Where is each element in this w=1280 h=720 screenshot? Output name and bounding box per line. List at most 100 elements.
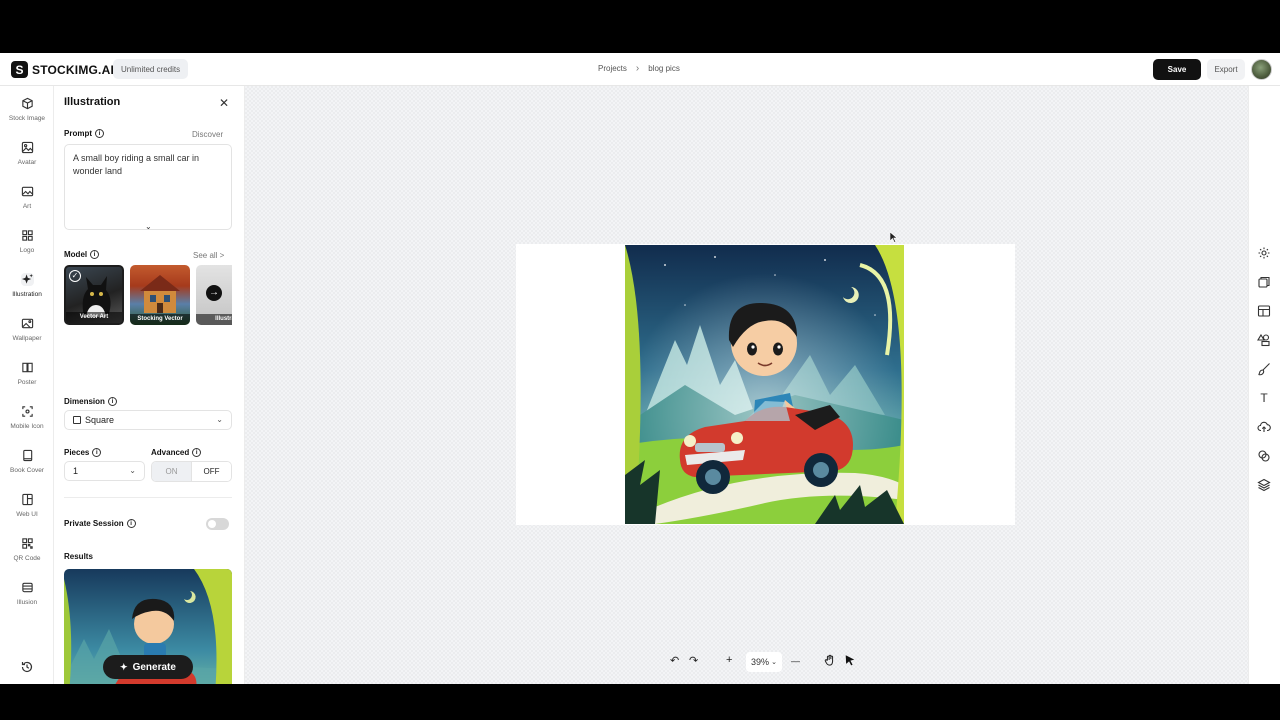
- book-icon: [21, 449, 34, 462]
- settings-icon[interactable]: [1257, 246, 1271, 260]
- rail-item-illusion[interactable]: Illusion: [0, 579, 54, 619]
- info-icon[interactable]: i: [92, 448, 102, 457]
- layers-icon[interactable]: [1257, 478, 1271, 492]
- redo-icon[interactable]: ↷: [689, 654, 698, 667]
- carousel-next-arrow-icon[interactable]: →: [206, 285, 222, 301]
- rail-label: Illustration: [12, 291, 42, 298]
- app-window: S STOCKIMG.AI Unlimited credits Projects…: [0, 53, 1280, 684]
- top-bar: S STOCKIMG.AI Unlimited credits Projects…: [0, 53, 1280, 86]
- breadcrumb: Projects › blog pics: [598, 62, 680, 74]
- dimension-value: Square: [85, 415, 115, 425]
- layout-icon[interactable]: [1257, 304, 1271, 318]
- breadcrumb-projects[interactable]: Projects: [598, 64, 627, 73]
- advanced-toggle: ON OFF: [151, 461, 232, 482]
- rail-item-book-cover[interactable]: Book Cover: [0, 447, 54, 487]
- rail-item-stock-image[interactable]: Stock Image: [0, 95, 54, 135]
- rail-item-art[interactable]: Art: [0, 183, 54, 223]
- rail-label: Stock Image: [8, 115, 46, 122]
- brush-icon[interactable]: [1257, 362, 1271, 376]
- poster-icon: [21, 361, 34, 374]
- divider: [64, 497, 232, 498]
- selected-check-icon: ✓: [69, 270, 81, 282]
- model-card-vector-art[interactable]: ✓ Vector Art: [64, 265, 124, 325]
- wallpaper-icon: [21, 317, 34, 330]
- zoom-in-icon[interactable]: +: [726, 654, 732, 666]
- zoom-toolbar: ↶ ↷ + 39% ⌄ —: [666, 652, 866, 672]
- info-icon[interactable]: i: [90, 250, 100, 259]
- rail-item-avatar[interactable]: Avatar: [0, 139, 54, 179]
- illustration-panel: Illustration ✕ Prompt i Discover A small…: [54, 86, 245, 684]
- see-all-link[interactable]: See all >: [193, 251, 224, 260]
- model-name: Stocking Vector: [130, 314, 190, 325]
- info-icon[interactable]: i: [192, 448, 202, 457]
- advanced-off-button[interactable]: OFF: [191, 462, 231, 481]
- model-carousel: ✓ Vector Art Stocking Vector Illustrat →: [64, 265, 232, 327]
- stack-icon[interactable]: [1257, 449, 1271, 463]
- copy-icon[interactable]: [1257, 275, 1271, 289]
- chevron-down-icon: ⌄: [129, 466, 136, 475]
- upload-cloud-icon[interactable]: [1257, 420, 1271, 434]
- rail-item-illustration[interactable]: Illustration: [0, 271, 54, 311]
- rail-label: Mobile Icon: [10, 423, 44, 430]
- text-icon[interactable]: T: [1257, 391, 1271, 405]
- mouse-cursor-icon: [890, 232, 898, 243]
- logo[interactable]: S STOCKIMG.AI: [11, 61, 114, 78]
- rail-label: Illusion: [16, 599, 38, 606]
- results-label: Results: [64, 552, 93, 561]
- generate-button[interactable]: ✦ Generate: [103, 655, 193, 679]
- rail-label: Poster: [17, 379, 37, 386]
- close-icon[interactable]: ✕: [219, 96, 229, 110]
- advanced-on-button[interactable]: ON: [152, 462, 191, 481]
- advanced-label: Advanced i: [151, 448, 202, 457]
- dimension-label: Dimension i: [64, 397, 117, 406]
- export-button[interactable]: Export: [1207, 59, 1245, 80]
- model-label-text: Model: [64, 250, 88, 259]
- save-button[interactable]: Save: [1153, 59, 1201, 80]
- undo-icon[interactable]: ↶: [670, 654, 679, 667]
- breadcrumb-separator: ›: [635, 62, 640, 74]
- expand-chevron-icon[interactable]: ⌄: [145, 222, 152, 231]
- rail-label: Wallpaper: [12, 335, 42, 342]
- credits-badge: Unlimited credits: [113, 59, 189, 79]
- breadcrumb-current[interactable]: blog pics: [648, 64, 680, 73]
- prompt-label-text: Prompt: [64, 129, 92, 138]
- generate-label: Generate: [132, 661, 176, 673]
- left-rail: Stock Image Avatar Art Logo Illustration…: [0, 86, 54, 684]
- canvas-area[interactable]: ↶ ↷ + 39% ⌄ —: [245, 86, 1248, 684]
- info-icon[interactable]: i: [107, 397, 117, 406]
- chevron-down-icon: ⌄: [216, 415, 223, 424]
- rail-item-logo[interactable]: Logo: [0, 227, 54, 267]
- prompt-input[interactable]: A small boy riding a small car in wonder…: [64, 144, 232, 230]
- zoom-level-select[interactable]: 39% ⌄: [746, 652, 782, 672]
- model-card-stocking-vector[interactable]: Stocking Vector: [130, 265, 190, 325]
- mobile-icon-icon: [21, 405, 34, 418]
- private-session-label-text: Private Session: [64, 519, 124, 528]
- shapes-icon[interactable]: [1257, 333, 1271, 347]
- zoom-out-icon[interactable]: —: [791, 656, 800, 666]
- hand-tool-icon[interactable]: [824, 654, 836, 669]
- info-icon[interactable]: i: [95, 129, 104, 138]
- prompt-label: Prompt i: [64, 129, 104, 138]
- rail-item-web-ui[interactable]: Web UI: [0, 491, 54, 531]
- discover-link[interactable]: Discover: [192, 130, 223, 139]
- rail-item-mobile-icon[interactable]: Mobile Icon: [0, 403, 54, 443]
- rail-label: Web UI: [16, 511, 38, 518]
- avatar[interactable]: [1251, 59, 1272, 80]
- rail-label: Avatar: [17, 159, 37, 166]
- web-ui-icon: [21, 493, 34, 506]
- pointer-tool-icon[interactable]: [844, 654, 856, 669]
- zoom-level: 39%: [751, 657, 770, 667]
- rail-item-qr-code[interactable]: QR Code: [0, 535, 54, 575]
- dimension-select[interactable]: Square ⌄: [64, 410, 232, 430]
- history-icon[interactable]: [20, 660, 34, 674]
- pieces-select[interactable]: 1 ⌄: [64, 461, 145, 481]
- private-session-switch[interactable]: [206, 518, 229, 530]
- grid-icon: [21, 229, 34, 242]
- rail-item-wallpaper[interactable]: Wallpaper: [0, 315, 54, 355]
- advanced-label-text: Advanced: [151, 448, 190, 457]
- rail-item-poster[interactable]: Poster: [0, 359, 54, 399]
- sparkle-icon: ✦: [120, 661, 128, 672]
- generated-image[interactable]: [625, 245, 904, 524]
- logo-text: STOCKIMG.AI: [32, 62, 114, 77]
- info-icon[interactable]: i: [126, 519, 136, 528]
